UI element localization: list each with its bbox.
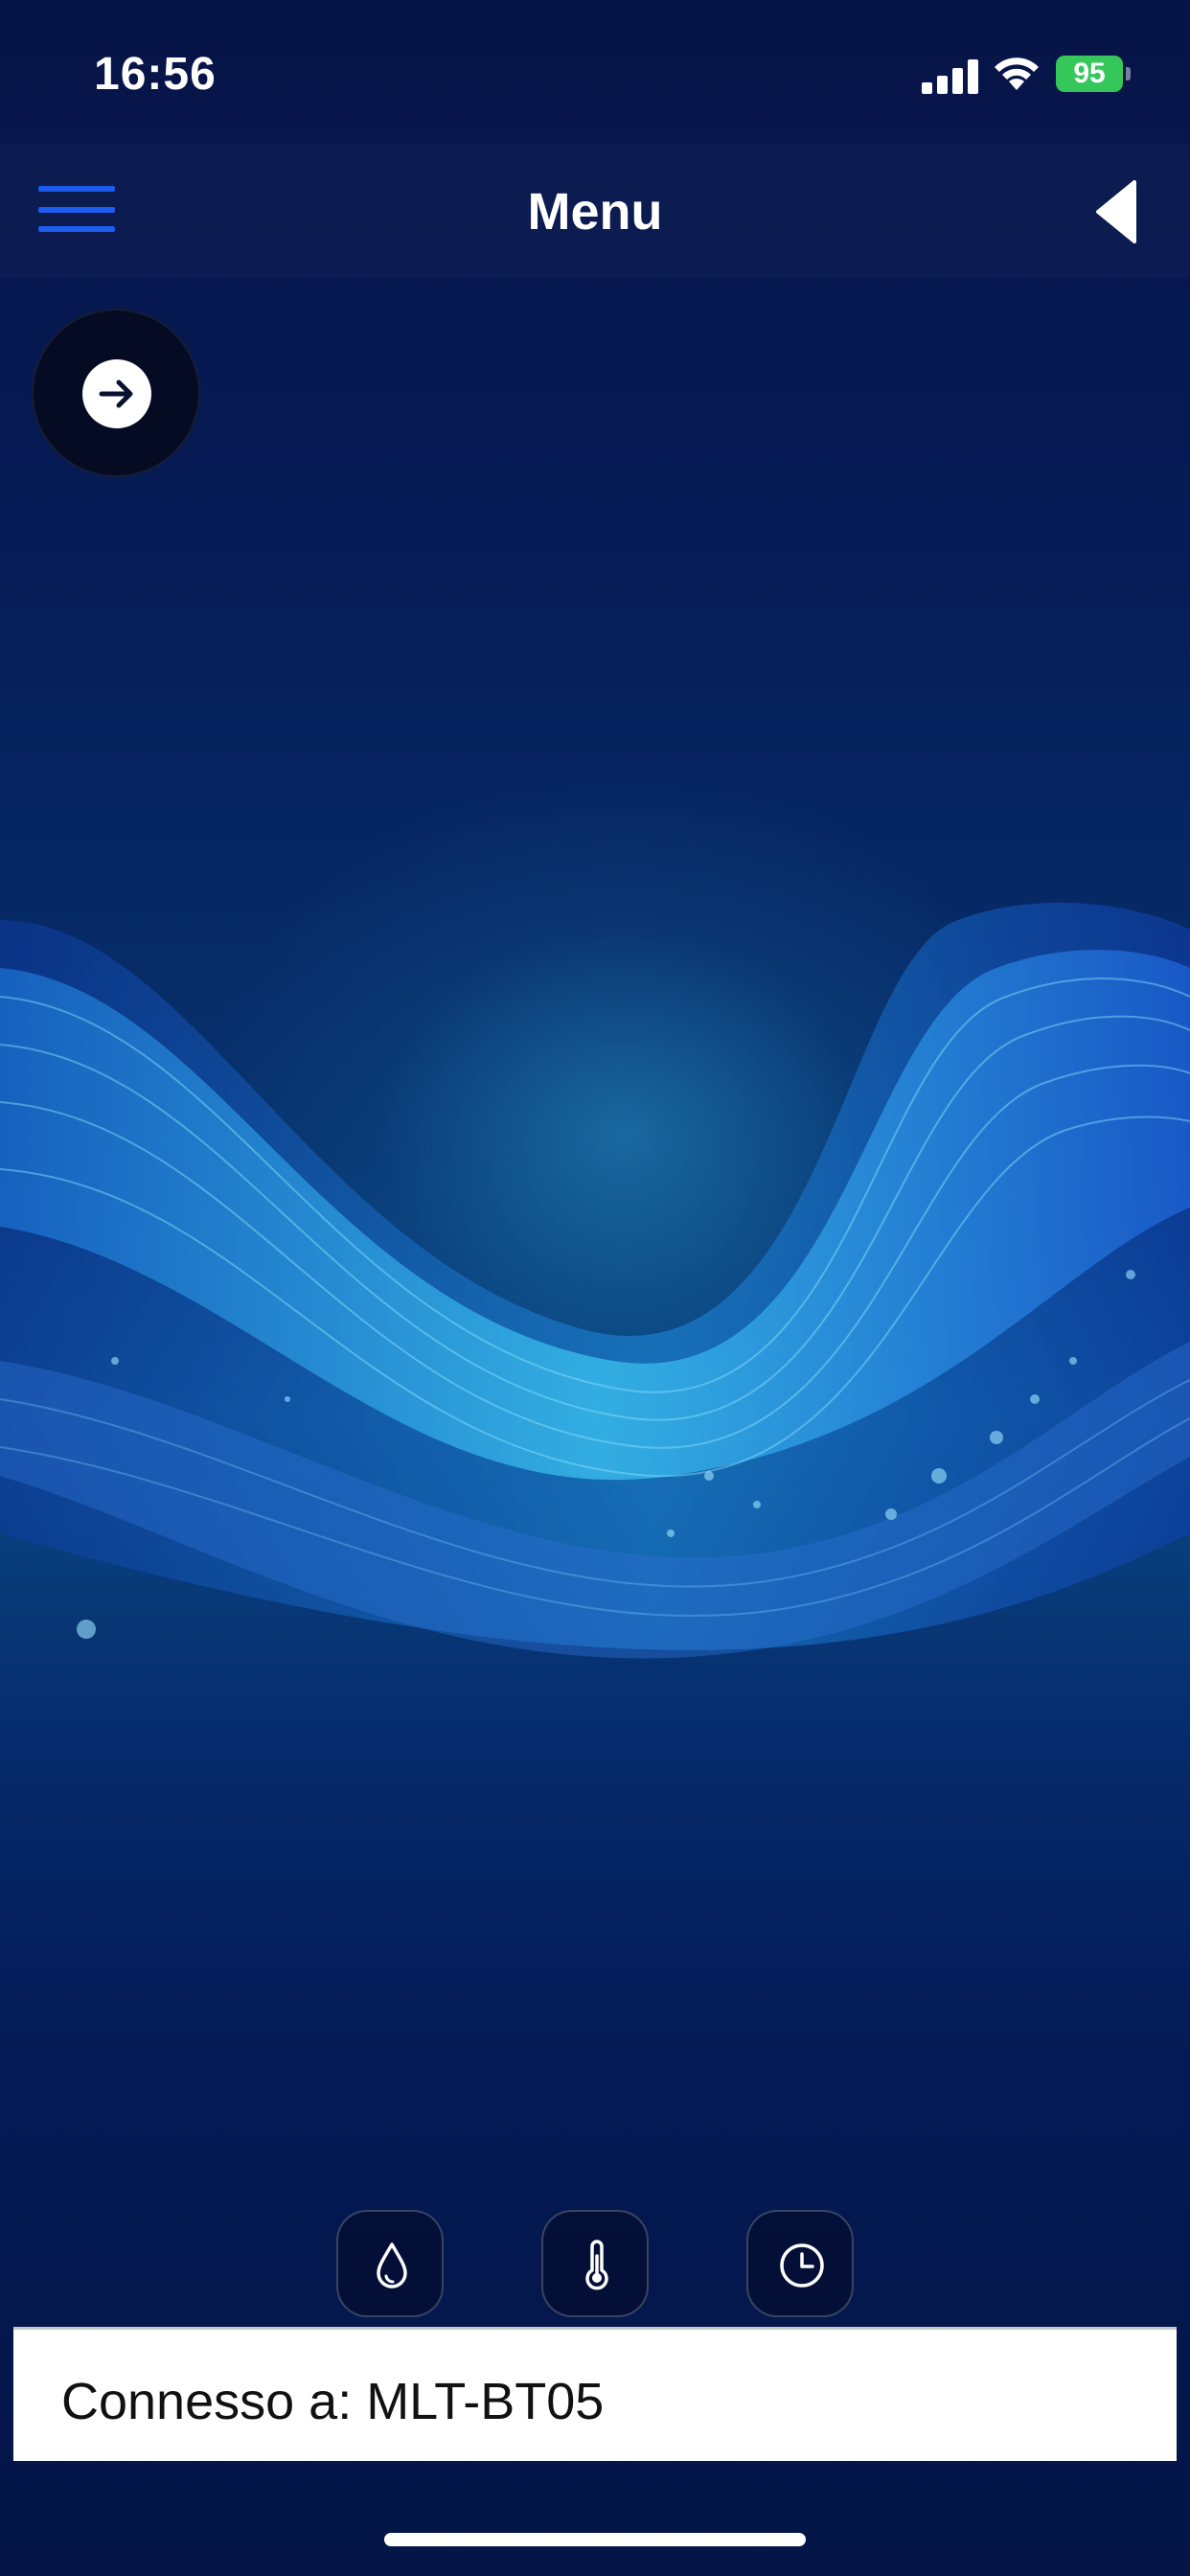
connection-status-text: Connesso a: MLT-BT05 [61, 2373, 605, 2430]
wave-background-image [0, 902, 1190, 1659]
back-triangle-icon[interactable] [1092, 178, 1140, 245]
status-bar: 16:56 95 [0, 0, 1190, 144]
battery-icon: 95 [1056, 56, 1123, 92]
clock-icon [780, 2243, 824, 2288]
timer-button[interactable] [746, 2210, 854, 2317]
home-indicator[interactable] [384, 2533, 806, 2546]
wifi-icon [995, 58, 1039, 90]
humidity-button[interactable] [336, 2210, 444, 2317]
nav-bar: Menu [0, 144, 1190, 278]
arrow-right-icon [99, 380, 133, 408]
page-title: Menu [527, 183, 663, 241]
forward-button[interactable] [32, 309, 200, 477]
forward-button-inner [82, 359, 151, 428]
clock-time: 16:56 [94, 49, 217, 100]
water-drop-icon [377, 2242, 407, 2288]
battery-tip [1126, 67, 1131, 80]
temperature-button[interactable] [541, 2210, 649, 2317]
battery-level: 95 [1073, 58, 1106, 89]
connection-status-bar: Connesso a: MLT-BT05 [13, 2327, 1177, 2461]
thermometer-icon [585, 2240, 608, 2290]
app-screen: 16:56 95 Menu Connesso a: MLT-BT05 [0, 0, 1190, 2576]
cellular-signal-icon [922, 58, 979, 94]
